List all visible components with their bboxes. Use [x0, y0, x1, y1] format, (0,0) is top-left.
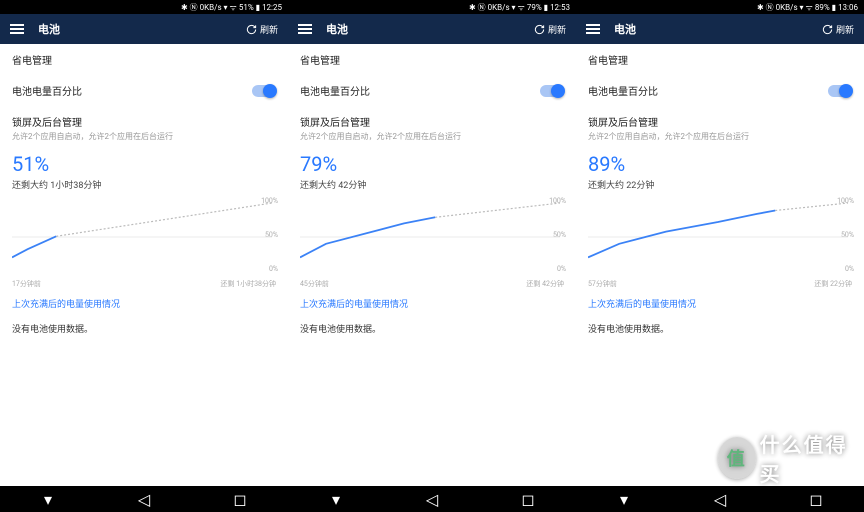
home-icon[interactable]: ◻ [521, 490, 534, 509]
chevron-down-icon[interactable]: ▾ [620, 490, 628, 509]
status-bar: ✱ Ⓝ 0KB/s ▾ ᯤ 79% ▮ 12:53 [288, 0, 576, 14]
page-title: 电池 [614, 21, 808, 37]
row-background-management[interactable]: 锁屏及后台管理允许2个应用自启动，允许2个应用在后台运行 [576, 106, 864, 150]
chevron-down-icon[interactable]: ▾ [44, 490, 52, 509]
row-battery-percentage[interactable]: 电池电量百分比 [288, 75, 576, 106]
menu-icon[interactable] [298, 24, 312, 34]
charge-chart: 100%50%0% [588, 197, 852, 277]
home-icon[interactable]: ◻ [233, 490, 246, 509]
android-nav-bar: ▾ ◁ ◻ ▾ ◁ ◻ ▾ ◁ ◻ [0, 486, 864, 512]
status-bar: ✱ Ⓝ 0KB/s ▾ ᯤ 51% ▮ 12:25 [0, 0, 288, 14]
menu-icon[interactable] [586, 24, 600, 34]
watermark: 值什么值得买 [718, 432, 858, 484]
usage-link[interactable]: 上次充满后的电量使用情况 [0, 289, 288, 318]
time-remaining: 还剩大约 1小时38分钟 [0, 176, 288, 197]
row-background-management[interactable]: 锁屏及后台管理允许2个应用自启动，允许2个应用在后台运行 [288, 106, 576, 150]
back-icon[interactable]: ◁ [426, 490, 438, 509]
home-icon[interactable]: ◻ [809, 490, 822, 509]
page-title: 电池 [326, 21, 520, 37]
page-title: 电池 [38, 21, 232, 37]
menu-icon[interactable] [10, 24, 24, 34]
row-background-management[interactable]: 锁屏及后台管理允许2个应用自启动，允许2个应用在后台运行 [0, 106, 288, 150]
row-power-management[interactable]: 省电管理 [288, 44, 576, 75]
x-axis-labels: 45分钟前还剩 42分钟 [300, 279, 564, 289]
x-axis-labels: 57分钟前还剩 22分钟 [588, 279, 852, 289]
app-bar: 电池 刷新 [0, 14, 288, 44]
usage-link[interactable]: 上次充满后的电量使用情况 [288, 289, 576, 318]
time-remaining: 还剩大约 42分钟 [288, 176, 576, 197]
row-battery-percentage[interactable]: 电池电量百分比 [0, 75, 288, 106]
status-bar: ✱ Ⓝ 0KB/s ▾ ᯤ 89% ▮ 13:06 [576, 0, 864, 14]
app-bar: 电池 刷新 [288, 14, 576, 44]
toggle-battery-percentage[interactable] [252, 85, 276, 97]
usage-link[interactable]: 上次充满后的电量使用情况 [576, 289, 864, 318]
charge-chart: 100%50%0% [300, 197, 564, 277]
no-data-text: 没有电池使用数据。 [0, 318, 288, 339]
back-icon[interactable]: ◁ [714, 490, 726, 509]
refresh-button[interactable]: 刷新 [822, 23, 854, 36]
chevron-down-icon[interactable]: ▾ [332, 490, 340, 509]
charge-chart: 100%50%0% [12, 197, 276, 277]
row-power-management[interactable]: 省电管理 [0, 44, 288, 75]
app-bar: 电池 刷新 [576, 14, 864, 44]
row-battery-percentage[interactable]: 电池电量百分比 [576, 75, 864, 106]
time-remaining: 还剩大约 22分钟 [576, 176, 864, 197]
toggle-battery-percentage[interactable] [540, 85, 564, 97]
refresh-button[interactable]: 刷新 [534, 23, 566, 36]
row-power-management[interactable]: 省电管理 [576, 44, 864, 75]
battery-percentage-value: 79% [288, 150, 576, 176]
battery-percentage-value: 51% [0, 150, 288, 176]
toggle-battery-percentage[interactable] [828, 85, 852, 97]
x-axis-labels: 17分钟前还剩 1小时38分钟 [12, 279, 276, 289]
battery-percentage-value: 89% [576, 150, 864, 176]
back-icon[interactable]: ◁ [138, 490, 150, 509]
no-data-text: 没有电池使用数据。 [288, 318, 576, 339]
no-data-text: 没有电池使用数据。 [576, 318, 864, 339]
refresh-button[interactable]: 刷新 [246, 23, 278, 36]
